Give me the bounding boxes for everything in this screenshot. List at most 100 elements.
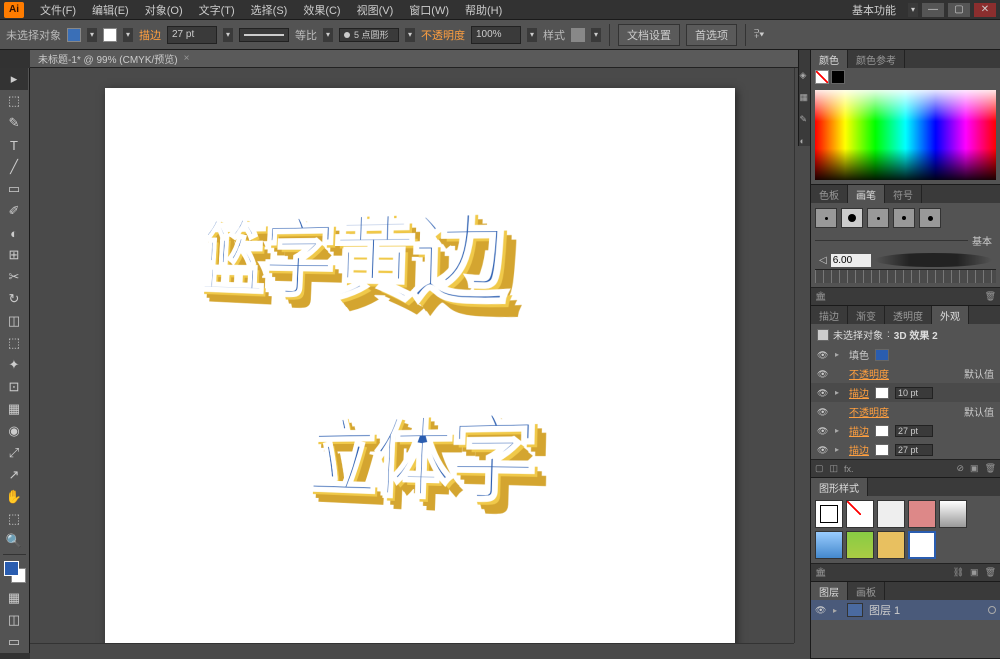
trash-icon[interactable]: 🗑 [985, 291, 996, 302]
gstyle-item[interactable] [846, 500, 874, 528]
uniform-drop-icon[interactable]: ▾ [323, 28, 333, 42]
document-tab[interactable]: 未标题-1* @ 99% (CMYK/预览) × [30, 50, 810, 68]
tab-gradient[interactable]: 渐变 [848, 306, 885, 324]
brush-row[interactable] [815, 207, 996, 229]
tool-button[interactable]: ✦ [0, 354, 28, 376]
target-icon[interactable] [988, 606, 996, 614]
fill-stroke-swatch[interactable] [4, 561, 26, 583]
visibility-icon[interactable] [817, 349, 829, 361]
stroke-swatch[interactable] [103, 28, 117, 42]
new-icon[interactable]: ▣ [970, 567, 979, 578]
strip-icon[interactable]: ▦ [800, 92, 810, 102]
menu-item[interactable]: 效果(C) [295, 0, 348, 20]
row-label[interactable]: 不透明度 [849, 366, 889, 381]
tool-button[interactable]: ⬚ [0, 90, 28, 112]
color-mode-icon[interactable]: ▦ [0, 587, 28, 609]
tool-button[interactable]: ⊡ [0, 376, 28, 398]
visibility-icon[interactable] [815, 604, 827, 616]
visibility-icon[interactable] [817, 425, 829, 437]
canvas[interactable]: 篮字黄边 立体字 [30, 68, 810, 659]
tab-close-icon[interactable]: × [184, 53, 190, 64]
tab-artboards[interactable]: 画板 [848, 582, 885, 600]
appearance-row[interactable]: ▸填色 [811, 345, 1000, 364]
row-value[interactable]: 27 pt [895, 425, 933, 437]
no-fill-swatch[interactable] [815, 70, 829, 84]
gstyle-item[interactable] [877, 500, 905, 528]
visibility-icon[interactable] [817, 387, 829, 399]
tool-button[interactable]: ✎ [0, 112, 28, 134]
tool-button[interactable]: ↗ [0, 464, 28, 486]
style-drop-icon[interactable]: ▾ [591, 28, 601, 42]
opacity-input[interactable] [471, 26, 521, 44]
trash-icon[interactable]: 🗑 [985, 567, 996, 578]
tab-symbols[interactable]: 符号 [885, 185, 922, 203]
tab-gstyles[interactable]: 图形样式 [811, 478, 868, 496]
screen-mode-icon[interactable]: ▭ [0, 631, 28, 653]
gstyle-item[interactable] [877, 531, 905, 559]
tool-button[interactable]: ◐ [0, 222, 28, 244]
appearance-row[interactable]: 不透明度默认值 [811, 402, 1000, 421]
artwork-text-1[interactable]: 篮字黄边 [199, 179, 506, 325]
strip-icon[interactable]: ◈ [800, 70, 810, 80]
draw-mode-icon[interactable]: ◫ [0, 609, 28, 631]
tab-color[interactable]: 颜色 [811, 50, 848, 68]
row-label[interactable]: 不透明度 [849, 404, 889, 419]
basic-brush-row[interactable]: 基本 [815, 229, 996, 251]
opacity-label[interactable]: 不透明度 [421, 27, 465, 43]
minimize-icon[interactable]: — [922, 3, 944, 17]
style-swatch[interactable] [571, 28, 585, 42]
expand-icon[interactable]: ▸ [833, 606, 841, 615]
brush-drop-icon[interactable]: ▾ [405, 28, 415, 42]
black-swatch[interactable] [831, 70, 845, 84]
doc-setup-button[interactable]: 文档设置 [618, 24, 680, 46]
tab-layers[interactable]: 图层 [811, 582, 848, 600]
row-swatch[interactable] [875, 425, 889, 437]
layer-row[interactable]: ▸ 图层 1 [811, 600, 1000, 620]
stroke-weight-input[interactable] [167, 26, 217, 44]
tool-button[interactable]: ↻ [0, 288, 28, 310]
menu-item[interactable]: 编辑(E) [84, 0, 137, 20]
menu-item[interactable]: 视图(V) [349, 0, 402, 20]
appearance-row[interactable]: ▸描边10 pt [811, 383, 1000, 402]
tool-button[interactable]: ▦ [0, 398, 28, 420]
tool-button[interactable]: ◫ [0, 310, 28, 332]
fx-icon[interactable]: fx. [844, 464, 854, 474]
new-stroke-icon[interactable]: ◫ [830, 463, 839, 474]
tool-button[interactable]: ⤢ [0, 442, 28, 464]
strip-icon[interactable]: ◐ [800, 136, 810, 146]
workspace-drop-icon[interactable]: ▾ [908, 3, 918, 17]
strip-icon[interactable]: ✎ [800, 114, 810, 124]
tool-button[interactable]: ▭ [0, 178, 28, 200]
vertical-scrollbar[interactable] [794, 68, 810, 643]
tool-button[interactable]: T [0, 134, 28, 156]
row-swatch[interactable] [875, 444, 889, 456]
brush-size-value[interactable]: 6.00 [831, 254, 871, 267]
tab-brushes[interactable]: 画笔 [848, 185, 885, 203]
menu-item[interactable]: 窗口(W) [401, 0, 457, 20]
tool-button[interactable]: ▸ [0, 68, 28, 90]
stroke-label[interactable]: 描边 [139, 27, 161, 43]
appearance-row[interactable]: ▸描边27 pt [811, 440, 1000, 459]
prefs-button[interactable]: 首选项 [686, 24, 737, 46]
chain-icon[interactable]: ⛓ [953, 567, 964, 578]
lib-icon[interactable]: 🏛 [815, 291, 826, 302]
artwork-text-2[interactable]: 立体字 [307, 382, 537, 522]
tool-button[interactable]: ✂ [0, 266, 28, 288]
expand-icon[interactable]: ▸ [835, 426, 843, 435]
expand-icon[interactable]: ▸ [835, 445, 843, 454]
row-value[interactable]: 10 pt [895, 387, 933, 399]
menu-item[interactable]: 文字(T) [191, 0, 243, 20]
workspace-switcher[interactable]: 基本功能 [840, 0, 908, 20]
tool-button[interactable]: ✋ [0, 486, 28, 508]
layer-name[interactable]: 图层 1 [869, 602, 900, 618]
lib-icon[interactable]: 🏛 [815, 567, 826, 578]
row-swatch[interactable] [875, 387, 889, 399]
color-spectrum[interactable] [815, 90, 996, 180]
tool-button[interactable]: ⊞ [0, 244, 28, 266]
menu-item[interactable]: 帮助(H) [457, 0, 510, 20]
horizontal-scrollbar[interactable] [30, 643, 794, 659]
gstyle-item[interactable] [908, 531, 936, 559]
tab-swatches[interactable]: 色板 [811, 185, 848, 203]
tool-button[interactable]: ⬚ [0, 508, 28, 530]
expand-icon[interactable]: ▸ [835, 388, 843, 397]
